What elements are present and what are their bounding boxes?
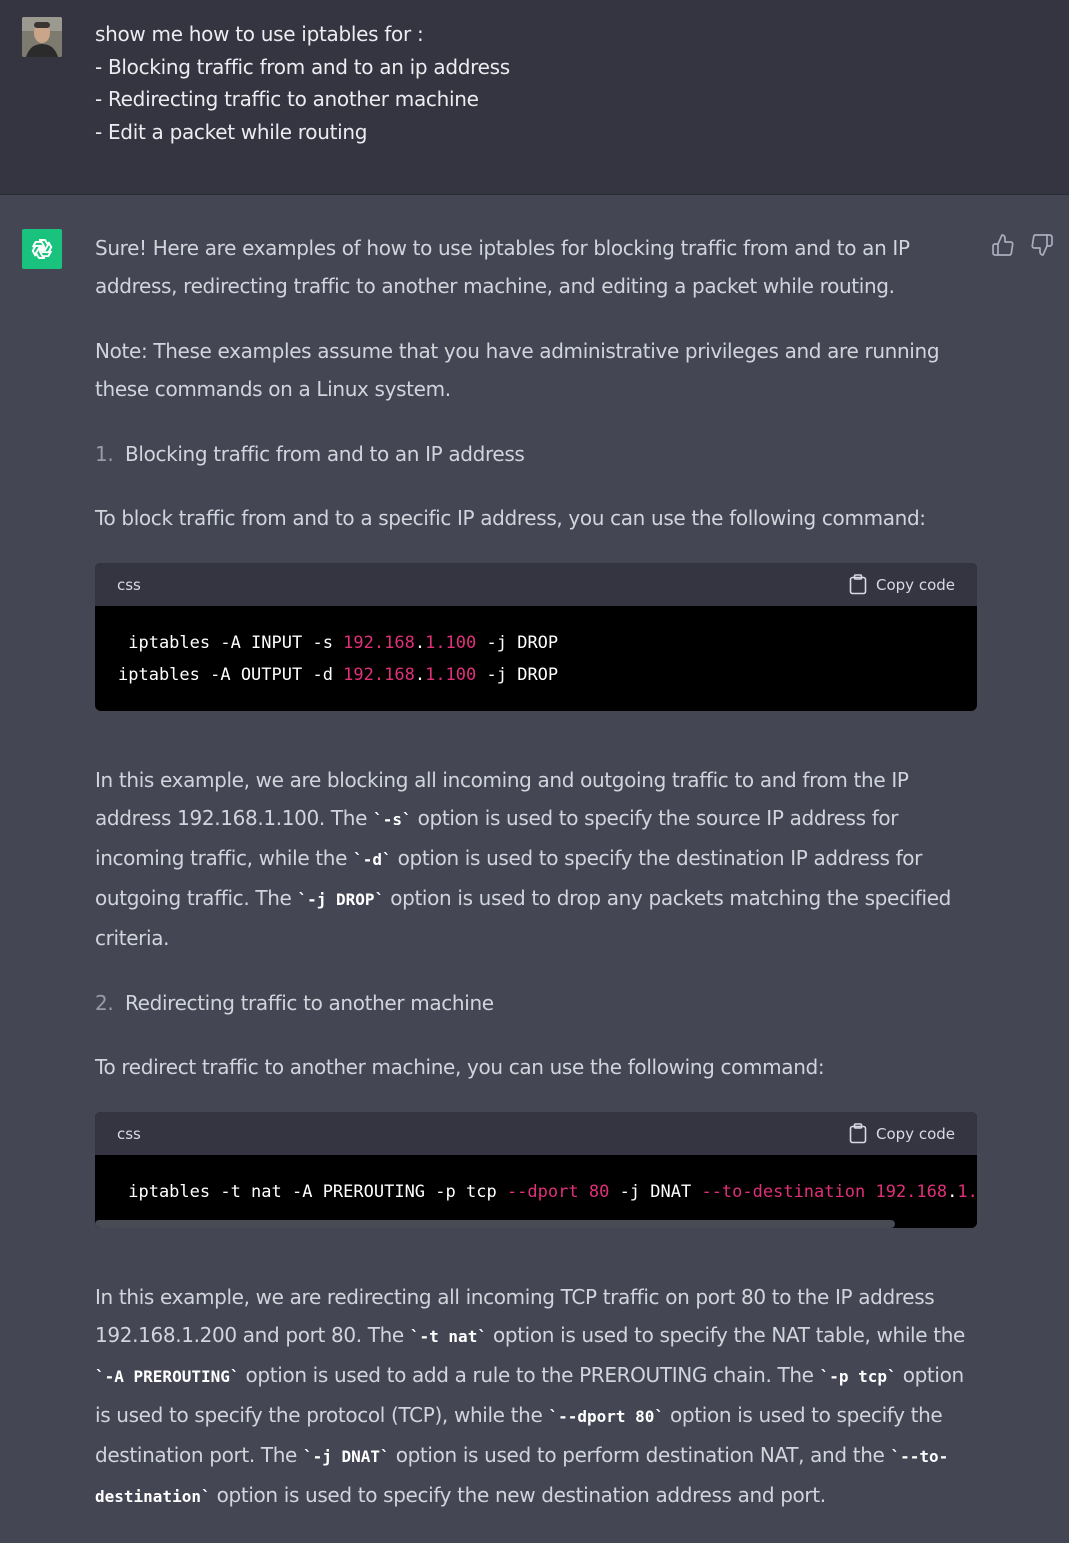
clipboard-icon (849, 1123, 867, 1144)
redirect-intro-paragraph: To redirect traffic to another machine, … (95, 1055, 825, 1079)
list-item-1: 1. Blocking traffic from and to an IP ad… (95, 435, 977, 473)
explanation-text: option is used to specify the new destin… (210, 1483, 827, 1507)
explanation-paragraph-2: In this example, we are redirecting all … (95, 1278, 977, 1516)
code-block-2: css Copy code iptables -t nat -A PREROUT… (95, 1112, 977, 1228)
clipboard-icon (849, 574, 867, 595)
code-block-1: css Copy code iptables -A INPUT -s 192.1… (95, 563, 977, 711)
user-message-text: show me how to use iptables for : - Bloc… (95, 22, 510, 144)
code-line: iptables -t nat -A PREROUTING -p tcp --d… (118, 1182, 977, 1202)
inline-code: `--dport 80` (548, 1407, 665, 1426)
scrollbar-thumb[interactable] (95, 1220, 895, 1228)
copy-code-label: Copy code (876, 575, 955, 594)
user-avatar (22, 17, 62, 57)
list-item-label: Blocking traffic from and to an IP addre… (125, 442, 525, 466)
code-line: iptables -A INPUT -s 192.168.1.100 -j DR… (118, 633, 559, 653)
assistant-message-content: Sure! Here are examples of how to use ip… (95, 229, 977, 1543)
inline-code: `-j DNAT` (302, 1447, 390, 1466)
copy-code-label: Copy code (876, 1124, 955, 1143)
note-paragraph: Note: These examples assume that you hav… (95, 339, 940, 401)
inline-code: `-j DROP` (297, 890, 385, 909)
list-item-2: 2. Redirecting traffic to another machin… (95, 984, 977, 1022)
thumbs-up-icon[interactable] (991, 233, 1015, 261)
copy-code-button[interactable]: Copy code (849, 566, 955, 604)
code-block-body: iptables -t nat -A PREROUTING -p tcp --d… (95, 1155, 977, 1220)
code-language-label: css (117, 1124, 141, 1143)
user-message-row: show me how to use iptables for : - Bloc… (0, 0, 1069, 195)
explanation-paragraph-1: In this example, we are blocking all inc… (95, 761, 977, 957)
thumbs-down-icon[interactable] (1030, 233, 1054, 261)
block-intro-paragraph: To block traffic from and to a specific … (95, 506, 926, 530)
user-avatar-image (22, 17, 62, 57)
code-block-header: css Copy code (95, 1112, 977, 1155)
intro-paragraph: Sure! Here are examples of how to use ip… (95, 236, 910, 298)
explanation-text: option is used to specify the NAT table,… (486, 1323, 965, 1347)
list-number: 2. (95, 991, 114, 1015)
chatgpt-logo-icon (22, 229, 62, 269)
horizontal-scrollbar[interactable] (95, 1220, 977, 1228)
explanation-text: option is used to perform destination NA… (389, 1443, 891, 1467)
assistant-message-row: Sure! Here are examples of how to use ip… (0, 195, 1069, 1507)
code-block-body: iptables -A INPUT -s 192.168.1.100 -j DR… (95, 606, 977, 711)
inline-code: `-t nat` (409, 1327, 487, 1346)
code-block-header: css Copy code (95, 563, 977, 606)
inline-code: `-A PREROUTING` (95, 1367, 240, 1386)
list-item-label: Redirecting traffic to another machine (125, 991, 494, 1015)
inline-code: `-s` (373, 810, 412, 829)
list-number: 1. (95, 442, 114, 466)
code-language-label: css (117, 575, 141, 594)
inline-code: `-p tcp` (819, 1367, 897, 1386)
explanation-text: option is used to add a rule to the PRER… (239, 1363, 820, 1387)
code-line: iptables -A OUTPUT -d 192.168.1.100 -j D… (118, 665, 559, 685)
inline-code: `-d` (353, 850, 392, 869)
copy-code-button[interactable]: Copy code (849, 1115, 955, 1153)
